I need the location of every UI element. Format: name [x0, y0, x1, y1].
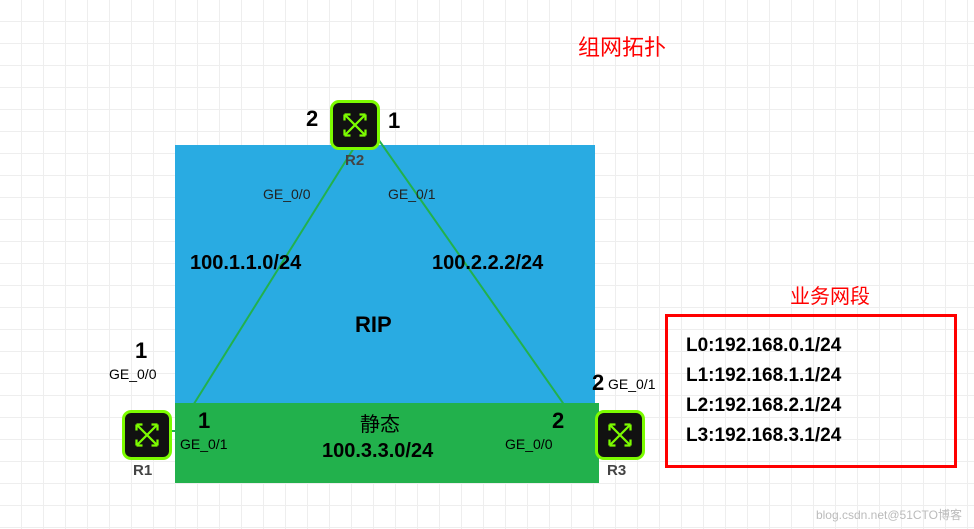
router-icon	[132, 420, 162, 450]
r3-port-top: 2	[592, 370, 604, 396]
net-right: 100.2.2.2/24	[432, 252, 543, 275]
r3-ge01: GE_0/1	[608, 376, 655, 392]
legend-item: L1:192.168.1.1/24	[686, 361, 936, 391]
r2-port-right: 1	[388, 108, 400, 134]
router-r2-label: R2	[345, 152, 364, 169]
router-r1-label: R1	[133, 462, 152, 479]
r1-ge00: GE_0/0	[109, 366, 156, 382]
legend-item: L0:192.168.0.1/24	[686, 331, 936, 361]
legend-item: L2:192.168.2.1/24	[686, 391, 936, 421]
router-r1	[122, 410, 172, 460]
r2-ge01: GE_0/1	[388, 186, 435, 202]
router-r3	[595, 410, 645, 460]
router-r2	[330, 100, 380, 150]
r3-ge00: GE_0/0	[505, 436, 552, 452]
net-bottom: 100.3.3.0/24	[322, 440, 433, 463]
diagram-title: 组网拓扑	[578, 30, 666, 62]
legend-box: L0:192.168.0.1/24 L1:192.168.1.1/24 L2:1…	[665, 314, 957, 468]
router-icon	[340, 110, 370, 140]
r1-ge01: GE_0/1	[180, 436, 227, 452]
watermark: blog.csdn.net@51CTO博客	[816, 506, 962, 523]
diagram-stage: 组网拓扑 R2 2 1 GE_0/0 GE_0/1 R1 1 GE_0/0 1 …	[0, 0, 974, 529]
r1-port-bottom: 1	[198, 408, 210, 434]
legend-title: 业务网段	[790, 280, 870, 309]
r2-port-left: 2	[306, 106, 318, 132]
proto-static: 静态	[360, 408, 400, 437]
proto-rip: RIP	[355, 312, 392, 338]
r3-port-bottom: 2	[552, 408, 564, 434]
router-r3-label: R3	[607, 462, 626, 479]
r2-ge00: GE_0/0	[263, 186, 310, 202]
net-left: 100.1.1.0/24	[190, 252, 301, 275]
router-icon	[605, 420, 635, 450]
legend-item: L3:192.168.3.1/24	[686, 421, 936, 451]
r1-port-top: 1	[135, 338, 147, 364]
